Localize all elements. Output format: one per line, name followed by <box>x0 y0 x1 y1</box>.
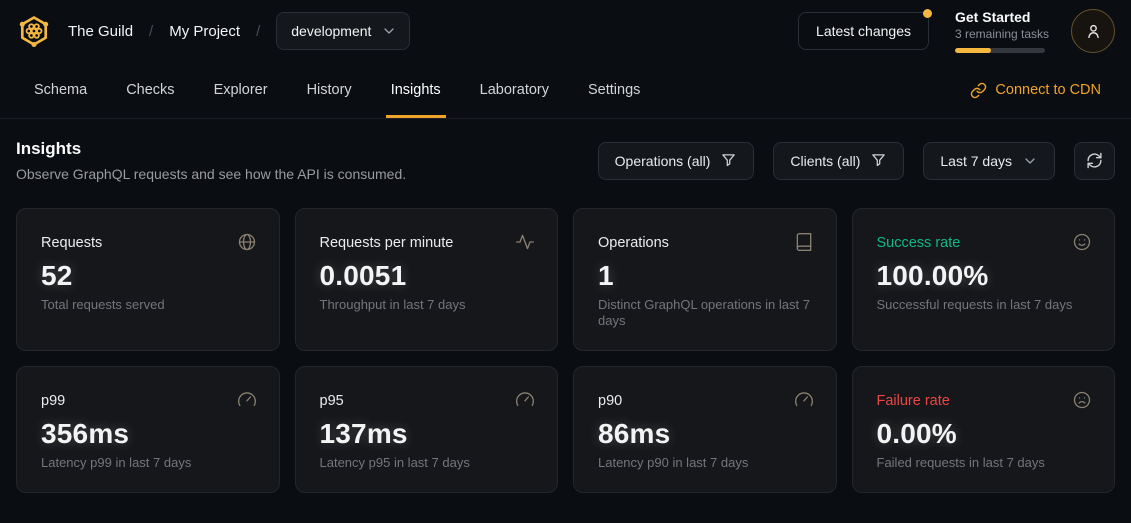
clients-filter-label: Clients (all) <box>790 153 860 169</box>
org-breadcrumb-link[interactable]: The Guild <box>68 23 133 40</box>
tab-checks[interactable]: Checks <box>121 62 179 118</box>
get-started-progress-fill <box>955 48 991 53</box>
tab-laboratory[interactable]: Laboratory <box>475 62 554 118</box>
user-avatar[interactable] <box>1071 9 1115 53</box>
stat-card-success-rate: Success rate 100.00% Successful requests… <box>852 208 1116 351</box>
smile-icon <box>1072 232 1092 252</box>
card-value: 52 <box>41 260 255 292</box>
person-icon <box>1084 22 1103 41</box>
card-caption: Failed requests in last 7 days <box>877 455 1091 471</box>
clients-filter-button[interactable]: Clients (all) <box>773 142 904 180</box>
nav-tabs: Schema Checks Explorer History Insights … <box>0 62 674 118</box>
book-icon <box>794 232 814 252</box>
hive-logo-icon[interactable] <box>16 13 52 49</box>
get-started-widget[interactable]: Get Started 3 remaining tasks <box>955 9 1045 53</box>
tab-settings[interactable]: Settings <box>583 62 645 118</box>
get-started-remaining: 3 remaining tasks <box>955 27 1045 41</box>
page-heading: Insights Observe GraphQL requests and se… <box>16 139 406 182</box>
operations-filter-label: Operations (all) <box>615 153 711 169</box>
target-select-value: development <box>291 23 371 39</box>
filters-toolbar: Operations (all) Clients (all) Last 7 da… <box>598 142 1115 180</box>
globe-icon <box>237 232 257 252</box>
card-caption: Throughput in last 7 days <box>320 297 534 313</box>
card-value: 86ms <box>598 418 812 450</box>
notification-dot <box>923 9 932 18</box>
header-actions: Latest changes Get Started 3 remaining t… <box>798 9 1115 53</box>
card-caption: Distinct GraphQL operations in last 7 da… <box>598 297 812 330</box>
refresh-button[interactable] <box>1074 142 1115 180</box>
card-title: Operations <box>598 235 812 251</box>
breadcrumb-separator: / <box>149 23 153 40</box>
card-caption: Total requests served <box>41 297 255 313</box>
get-started-progress-bar <box>955 48 1045 53</box>
filter-icon <box>870 152 887 169</box>
app-header: The Guild / My Project / development Lat… <box>0 0 1131 62</box>
card-title: Requests <box>41 235 255 251</box>
card-value: 100.00% <box>877 260 1091 292</box>
stat-card-p95: p95 137ms Latency p95 in last 7 days <box>295 366 559 493</box>
connect-to-cdn-link[interactable]: Connect to CDN <box>970 62 1101 118</box>
target-select[interactable]: development <box>276 12 410 50</box>
chevron-down-icon <box>381 23 397 39</box>
tab-history[interactable]: History <box>302 62 357 118</box>
stats-cards-grid: Requests 52 Total requests served Reques… <box>16 208 1115 493</box>
breadcrumb: The Guild / My Project / development <box>16 12 410 50</box>
project-breadcrumb-link[interactable]: My Project <box>169 23 240 40</box>
stat-card-p99: p99 356ms Latency p99 in last 7 days <box>16 366 280 493</box>
connect-to-cdn-label: Connect to CDN <box>995 82 1101 98</box>
stat-card-requests: Requests 52 Total requests served <box>16 208 280 351</box>
gauge-icon <box>237 390 257 410</box>
date-range-select[interactable]: Last 7 days <box>923 142 1055 180</box>
insights-page: Insights Observe GraphQL requests and se… <box>0 119 1131 493</box>
stat-card-operations: Operations 1 Distinct GraphQL operations… <box>573 208 837 351</box>
latest-changes-label: Latest changes <box>816 23 911 39</box>
breadcrumb-separator: / <box>256 23 260 40</box>
page-subtitle: Observe GraphQL requests and see how the… <box>16 166 406 182</box>
activity-icon <box>515 232 535 252</box>
operations-filter-button[interactable]: Operations (all) <box>598 142 755 180</box>
card-value: 137ms <box>320 418 534 450</box>
card-title: p95 <box>320 393 534 409</box>
card-value: 1 <box>598 260 812 292</box>
card-value: 0.0051 <box>320 260 534 292</box>
card-value: 356ms <box>41 418 255 450</box>
gauge-icon <box>794 390 814 410</box>
card-caption: Latency p95 in last 7 days <box>320 455 534 471</box>
chevron-down-icon <box>1022 153 1038 169</box>
latest-changes-button[interactable]: Latest changes <box>798 12 929 50</box>
filter-icon <box>720 152 737 169</box>
card-title: Failure rate <box>877 393 1091 409</box>
card-title: Success rate <box>877 235 1091 251</box>
card-caption: Latency p90 in last 7 days <box>598 455 812 471</box>
stat-card-p90: p90 86ms Latency p90 in last 7 days <box>573 366 837 493</box>
card-value: 0.00% <box>877 418 1091 450</box>
tab-insights[interactable]: Insights <box>386 62 446 118</box>
refresh-icon <box>1086 152 1103 169</box>
frown-icon <box>1072 390 1092 410</box>
date-range-value: Last 7 days <box>940 153 1012 169</box>
link-icon <box>970 82 987 99</box>
card-title: Requests per minute <box>320 235 534 251</box>
page-title: Insights <box>16 139 406 159</box>
stat-card-requests-per-minute: Requests per minute 0.0051 Throughput in… <box>295 208 559 351</box>
tab-explorer[interactable]: Explorer <box>209 62 273 118</box>
card-caption: Successful requests in last 7 days <box>877 297 1091 313</box>
stat-card-failure-rate: Failure rate 0.00% Failed requests in la… <box>852 366 1116 493</box>
card-title: p99 <box>41 393 255 409</box>
tab-schema[interactable]: Schema <box>29 62 92 118</box>
project-nav: Schema Checks Explorer History Insights … <box>0 62 1131 119</box>
card-title: p90 <box>598 393 812 409</box>
card-caption: Latency p99 in last 7 days <box>41 455 255 471</box>
gauge-icon <box>515 390 535 410</box>
get-started-title: Get Started <box>955 9 1045 25</box>
